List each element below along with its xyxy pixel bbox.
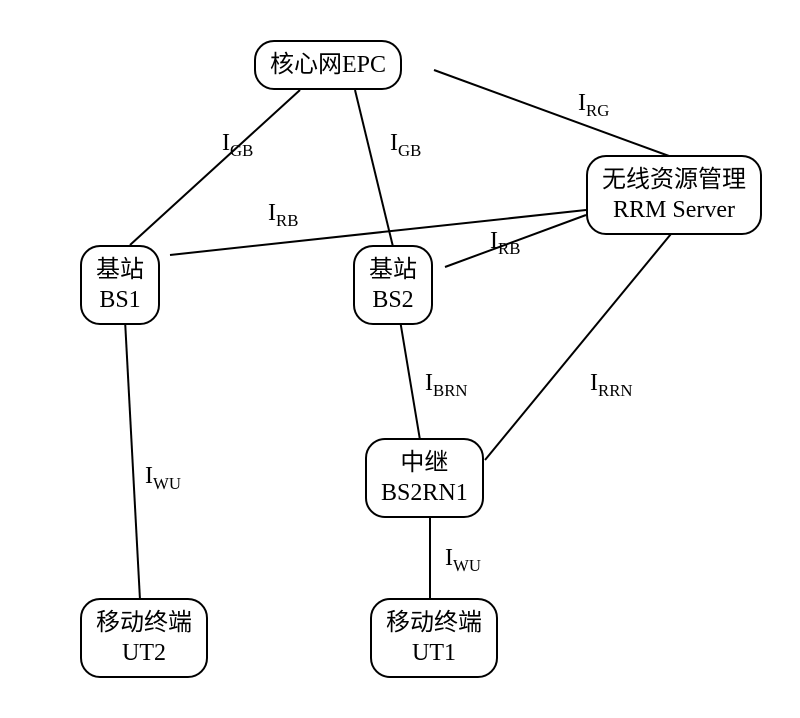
edge-label-rb2: IRB: [490, 228, 520, 259]
edge-label-gb1: IGB: [222, 130, 253, 161]
node-bs2-label2: BS2: [372, 285, 413, 315]
node-ut1-label2: UT1: [412, 638, 456, 668]
edge-label-gb2: IGB: [390, 130, 421, 161]
node-bs2: 基站 BS2: [353, 245, 433, 325]
node-ut2: 移动终端 UT2: [80, 598, 208, 678]
edge-label-rrn: IRRN: [590, 370, 633, 401]
node-bs2-label1: 基站: [369, 255, 417, 285]
node-bs1: 基站 BS1: [80, 245, 160, 325]
node-bs1-label2: BS1: [99, 285, 140, 315]
edge-label-wu1: IWU: [445, 545, 481, 576]
node-relay-label1: 中继: [400, 448, 448, 478]
edge-label-wu2: IWU: [145, 463, 181, 494]
node-ut2-label1: 移动终端: [96, 608, 192, 638]
node-ut2-label2: UT2: [122, 638, 166, 668]
node-rrm-label2: RRM Server: [613, 195, 735, 225]
node-ut1-label1: 移动终端: [386, 608, 482, 638]
node-relay-label2: BS2RN1: [381, 478, 468, 508]
node-epc-label: 核心网EPC: [270, 50, 386, 80]
node-epc: 核心网EPC: [254, 40, 402, 90]
node-rrm: 无线资源管理 RRM Server: [586, 155, 762, 235]
edge-label-rg: IRG: [578, 90, 609, 121]
node-bs1-label1: 基站: [96, 255, 144, 285]
node-rrm-label1: 无线资源管理: [602, 165, 746, 195]
edge-label-rb1: IRB: [268, 200, 298, 231]
node-ut1: 移动终端 UT1: [370, 598, 498, 678]
edge-label-brn: IBRN: [425, 370, 468, 401]
node-relay: 中继 BS2RN1: [365, 438, 484, 518]
